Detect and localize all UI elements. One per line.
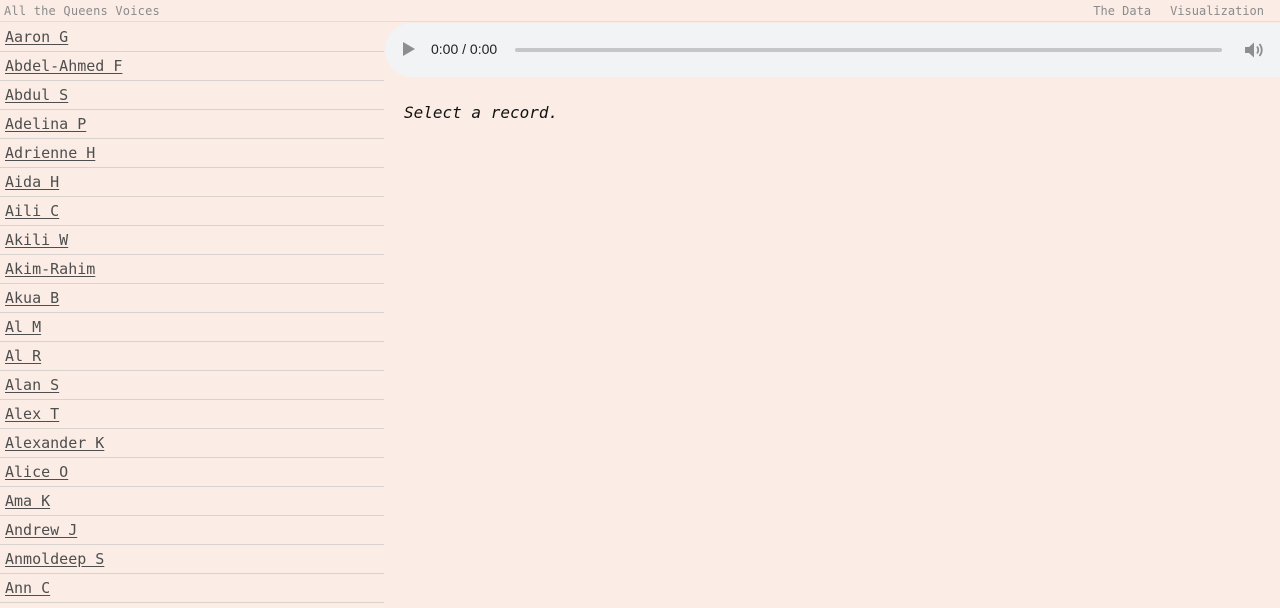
record-link[interactable]: Ann C [5, 579, 50, 597]
record-link[interactable]: Alan S [5, 376, 59, 394]
record-link[interactable]: Aili C [5, 202, 59, 220]
list-item: Alex T [0, 400, 384, 429]
records-list[interactable]: Aaron G Abdel-Ahmed F Abdul S Adelina P … [0, 23, 384, 608]
list-item: Alice O [0, 458, 384, 487]
record-link[interactable]: Akim-Rahim [5, 260, 95, 278]
list-item: Alan S [0, 371, 384, 400]
record-link[interactable]: Aaron G [5, 28, 68, 46]
list-item: Ann C [0, 574, 384, 603]
record-link[interactable]: Anmoldeep S [5, 550, 104, 568]
record-link[interactable]: Abdul S [5, 86, 68, 104]
list-item: Ama K [0, 487, 384, 516]
record-link[interactable]: Ama K [5, 492, 50, 510]
top-nav: The Data Visualization [1093, 4, 1264, 18]
record-link[interactable]: Akili W [5, 231, 68, 249]
list-item: Alexander K [0, 429, 384, 458]
list-item: Akua B [0, 284, 384, 313]
record-link[interactable]: Abdel-Ahmed F [5, 57, 122, 75]
list-item: Adrienne H [0, 139, 384, 168]
record-link[interactable]: Akua B [5, 289, 59, 307]
record-link[interactable]: Adrienne H [5, 144, 95, 162]
record-link[interactable]: Alexander K [5, 434, 104, 452]
list-item: Aida H [0, 168, 384, 197]
list-item: Al R [0, 342, 384, 371]
volume-icon[interactable] [1244, 41, 1264, 59]
list-item: Abdul S [0, 81, 384, 110]
list-item: Andrew J [0, 516, 384, 545]
record-link[interactable]: Alex T [5, 405, 59, 423]
list-item: Aaron G [0, 23, 384, 52]
record-link[interactable]: Al R [5, 347, 41, 365]
time-display: 0:00 / 0:00 [431, 41, 498, 57]
list-item: Anmoldeep S [0, 545, 384, 574]
list-item: Akili W [0, 226, 384, 255]
nav-the-data[interactable]: The Data [1093, 4, 1151, 18]
list-item: Akim-Rahim [0, 255, 384, 284]
select-record-prompt: Select a record. [404, 103, 559, 122]
record-link[interactable]: Aida H [5, 173, 59, 191]
record-link[interactable]: Alice O [5, 463, 68, 481]
list-item: Adelina P [0, 110, 384, 139]
site-title: All the Queens Voices [4, 4, 160, 18]
top-bar: All the Queens Voices The Data Visualiza… [0, 0, 1280, 22]
play-icon[interactable] [403, 42, 415, 56]
list-item: Aili C [0, 197, 384, 226]
list-item: Al M [0, 313, 384, 342]
list-item: Abdel-Ahmed F [0, 52, 384, 81]
record-link[interactable]: Al M [5, 318, 41, 336]
nav-visualization[interactable]: Visualization [1170, 4, 1264, 18]
audio-player: 0:00 / 0:00 [385, 23, 1280, 77]
record-link[interactable]: Adelina P [5, 115, 86, 133]
record-link[interactable]: Andrew J [5, 521, 77, 539]
progress-bar[interactable] [515, 48, 1222, 52]
